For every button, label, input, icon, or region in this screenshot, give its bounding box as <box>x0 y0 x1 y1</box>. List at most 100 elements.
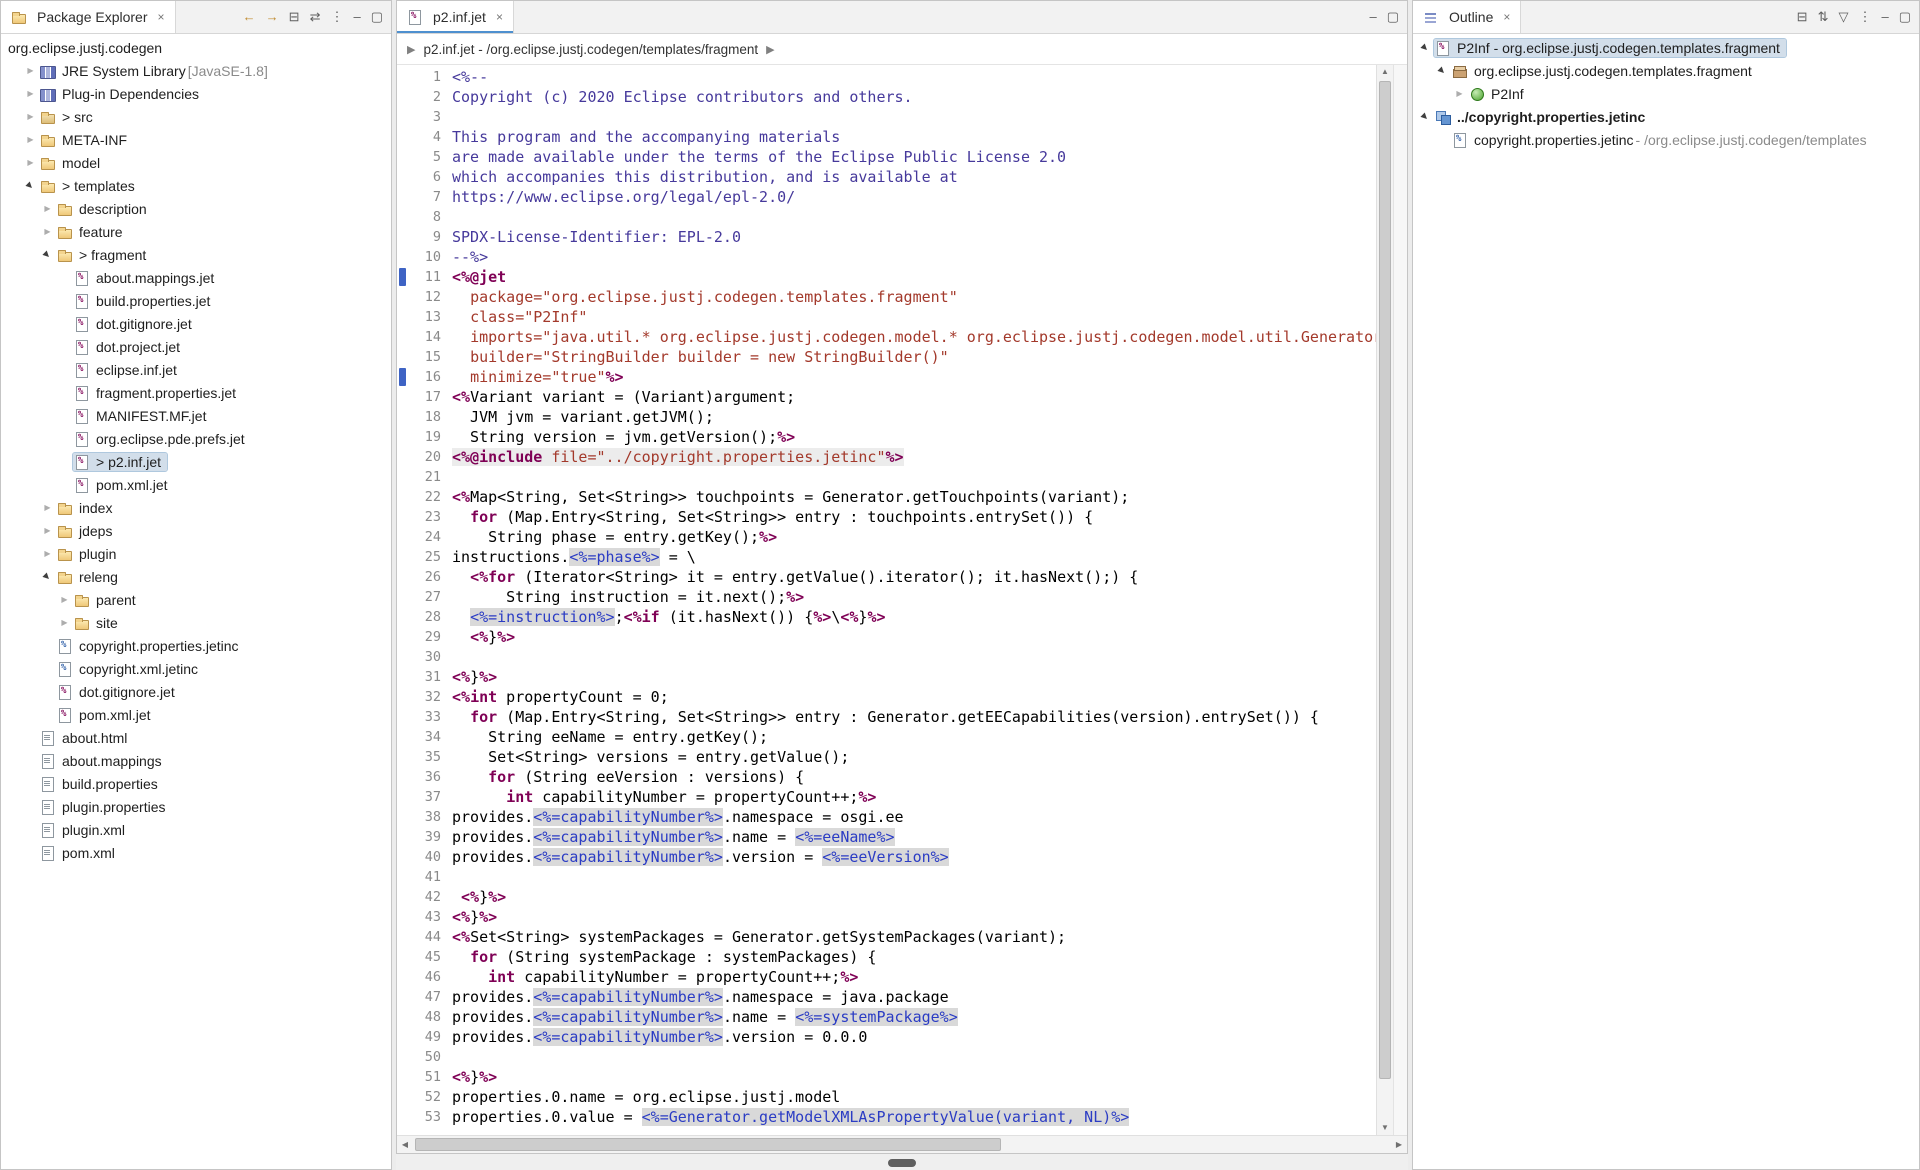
collapse-arrow-icon[interactable] <box>1417 36 1434 59</box>
code-line[interactable]: 32<%int propertyCount = 0; <box>397 687 1376 707</box>
collapse-arrow-icon[interactable] <box>39 565 56 588</box>
expand-arrow-icon[interactable] <box>22 82 39 105</box>
code-line[interactable]: 49provides.<%=capabilityNumber%>.version… <box>397 1027 1376 1047</box>
code-line[interactable]: 39provides.<%=capabilityNumber%>.name = … <box>397 827 1376 847</box>
collapse-all-icon[interactable]: ⊟ <box>1797 1 1808 33</box>
filter-icon[interactable]: ▽ <box>1838 1 1848 33</box>
tree-item[interactable]: JRE System Library [JavaSE-1.8] <box>1 59 391 82</box>
code-line[interactable]: 10--%> <box>397 247 1376 267</box>
tree-item[interactable]: org.eclipse.pde.prefs.jet <box>1 427 391 450</box>
code-line[interactable]: 48provides.<%=capabilityNumber%>.name = … <box>397 1007 1376 1027</box>
code-line[interactable]: 8 <box>397 207 1376 227</box>
tree-item[interactable]: dot.gitignore.jet <box>1 312 391 335</box>
tree-item[interactable]: dot.gitignore.jet <box>1 680 391 703</box>
tree-item[interactable]: ../copyright.properties.jetinc <box>1413 105 1919 128</box>
tree-item[interactable]: about.mappings.jet <box>1 266 391 289</box>
collapse-arrow-icon[interactable] <box>1434 59 1451 82</box>
code-line[interactable]: 21 <box>397 467 1376 487</box>
expand-arrow-icon[interactable] <box>39 197 56 220</box>
collapse-arrow-icon[interactable] <box>1417 105 1434 128</box>
code-line[interactable]: 41 <box>397 867 1376 887</box>
scroll-left-icon[interactable]: ◀ <box>397 1136 413 1153</box>
expand-arrow-icon[interactable] <box>22 128 39 151</box>
close-icon[interactable]: × <box>158 10 165 24</box>
code-line[interactable]: 7https://www.eclipse.org/legal/epl-2.0/ <box>397 187 1376 207</box>
code-line[interactable]: 34 String eeName = entry.getKey(); <box>397 727 1376 747</box>
tree-item[interactable]: copyright.properties.jetinc <box>1 634 391 657</box>
expand-arrow-icon[interactable] <box>39 220 56 243</box>
tree-item[interactable]: pom.xml.jet <box>1 473 391 496</box>
code-line[interactable]: 43<%}%> <box>397 907 1376 927</box>
code-line[interactable]: 6which accompanies this distribution, an… <box>397 167 1376 187</box>
scroll-down-icon[interactable]: ▼ <box>1377 1121 1393 1135</box>
maximize-icon[interactable]: ▢ <box>371 1 383 33</box>
tree-item[interactable]: copyright.xml.jetinc <box>1 657 391 680</box>
tree-item[interactable]: > p2.inf.jet <box>1 450 391 473</box>
code-line[interactable]: 36 for (String eeVersion : versions) { <box>397 767 1376 787</box>
back-icon[interactable]: ← <box>243 1 256 33</box>
collapse-arrow-icon[interactable] <box>22 174 39 197</box>
tree-item[interactable]: copyright.properties.jetinc - /org.eclip… <box>1413 128 1919 151</box>
vertical-scrollbar[interactable]: ▲ ▼ <box>1376 65 1393 1135</box>
tree-item[interactable]: site <box>1 611 391 634</box>
tree-item[interactable]: about.html <box>1 726 391 749</box>
tree-item[interactable]: dot.project.jet <box>1 335 391 358</box>
code-line[interactable]: 5are made available under the terms of t… <box>397 147 1376 167</box>
tree-item[interactable]: Plug-in Dependencies <box>1 82 391 105</box>
horizontal-scrollbar[interactable]: ◀ ▶ <box>397 1135 1407 1153</box>
code-line[interactable]: 33 for (Map.Entry<String, Set<String>> e… <box>397 707 1376 727</box>
tree-item[interactable]: build.properties.jet <box>1 289 391 312</box>
code-line[interactable]: 13 class="P2Inf" <box>397 307 1376 327</box>
collapse-all-icon[interactable]: ⊟ <box>289 1 300 33</box>
code-line[interactable]: 50 <box>397 1047 1376 1067</box>
code-line[interactable]: 25instructions.<%=phase%> = \ <box>397 547 1376 567</box>
tree-item[interactable]: model <box>1 151 391 174</box>
code-line[interactable]: 42 <%}%> <box>397 887 1376 907</box>
code-line[interactable]: 31<%}%> <box>397 667 1376 687</box>
code-area[interactable]: 1<%--2Copyright (c) 2020 Eclipse contrib… <box>397 65 1376 1135</box>
expand-arrow-icon[interactable] <box>22 105 39 128</box>
code-line[interactable]: 24 String phase = entry.getKey();%> <box>397 527 1376 547</box>
tree-item[interactable]: > src <box>1 105 391 128</box>
code-line[interactable]: 20<%@include file="../copyright.properti… <box>397 447 1376 467</box>
tree-item[interactable]: META-INF <box>1 128 391 151</box>
tree-item[interactable]: eclipse.inf.jet <box>1 358 391 381</box>
view-menu-icon[interactable]: ⋮ <box>1858 1 1871 33</box>
code-line[interactable]: 4This program and the accompanying mater… <box>397 127 1376 147</box>
expand-arrow-icon[interactable] <box>39 542 56 565</box>
tree-item[interactable]: fragment.properties.jet <box>1 381 391 404</box>
scroll-right-icon[interactable]: ▶ <box>1391 1136 1407 1153</box>
forward-icon[interactable]: → <box>266 1 279 33</box>
minimize-icon[interactable]: – <box>353 1 360 33</box>
tree-item[interactable]: index <box>1 496 391 519</box>
expand-arrow-icon[interactable] <box>39 496 56 519</box>
expand-arrow-icon[interactable] <box>56 611 73 634</box>
code-line[interactable]: 53properties.0.value = <%=Generator.getM… <box>397 1107 1376 1127</box>
code-line[interactable]: 19 String version = jvm.getVersion();%> <box>397 427 1376 447</box>
code-line[interactable]: 23 for (Map.Entry<String, Set<String>> e… <box>397 507 1376 527</box>
code-line[interactable]: 11<%@jet <box>397 267 1376 287</box>
code-line[interactable]: 28 <%=instruction%>;<%if (it.hasNext()) … <box>397 607 1376 627</box>
code-line[interactable]: 17<%Variant variant = (Variant)argument; <box>397 387 1376 407</box>
tab-package-explorer[interactable]: Package Explorer × <box>1 1 176 33</box>
tree-item[interactable]: build.properties <box>1 772 391 795</box>
code-line[interactable]: 27 String instruction = it.next();%> <box>397 587 1376 607</box>
code-line[interactable]: 47provides.<%=capabilityNumber%>.namespa… <box>397 987 1376 1007</box>
code-line[interactable]: 40provides.<%=capabilityNumber%>.version… <box>397 847 1376 867</box>
sort-icon[interactable]: ⇅ <box>1818 1 1829 33</box>
code-line[interactable]: 30 <box>397 647 1376 667</box>
expand-arrow-icon[interactable] <box>56 588 73 611</box>
close-icon[interactable]: × <box>1503 10 1510 24</box>
code-line[interactable]: 45 for (String systemPackage : systemPac… <box>397 947 1376 967</box>
sash-handle[interactable] <box>888 1159 916 1167</box>
code-line[interactable]: 35 Set<String> versions = entry.getValue… <box>397 747 1376 767</box>
tree-item[interactable]: description <box>1 197 391 220</box>
tree-item[interactable]: parent <box>1 588 391 611</box>
tree-item[interactable]: MANIFEST.MF.jet <box>1 404 391 427</box>
tree-item[interactable]: > templates <box>1 174 391 197</box>
tree-item[interactable]: plugin.properties <box>1 795 391 818</box>
code-line[interactable]: 1<%-- <box>397 67 1376 87</box>
code-line[interactable]: 18 JVM jvm = variant.getJVM(); <box>397 407 1376 427</box>
view-menu-icon[interactable]: ⋮ <box>330 1 343 33</box>
code-line[interactable]: 16 minimize="true"%> <box>397 367 1376 387</box>
